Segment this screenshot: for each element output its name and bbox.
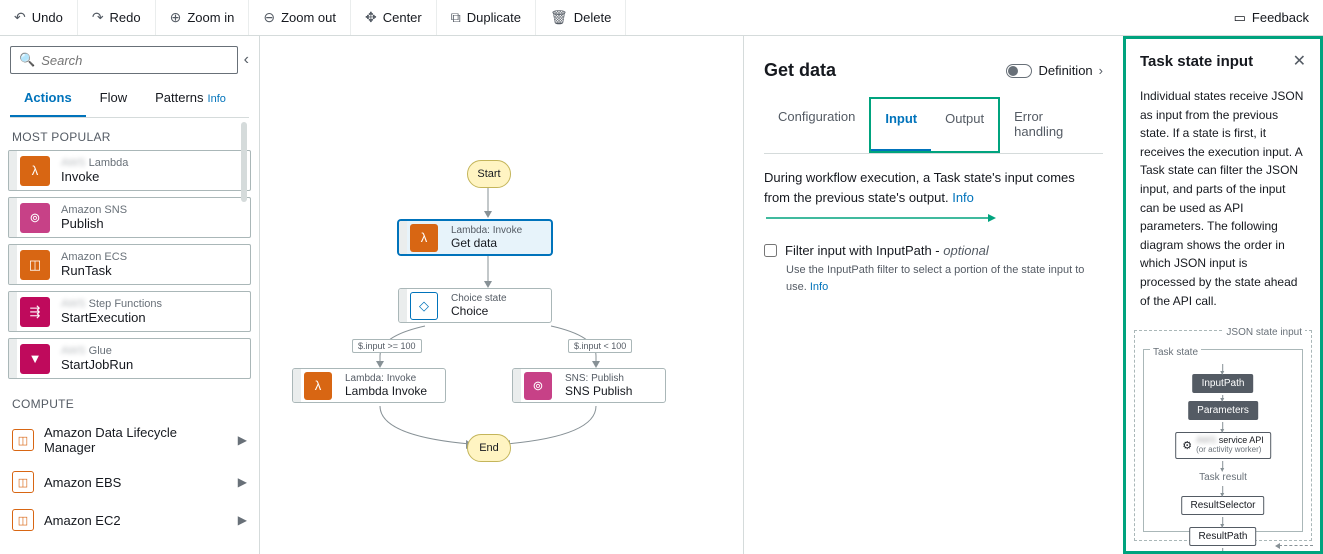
- lambda-icon: λ: [20, 156, 50, 186]
- center-button[interactable]: ✥Center: [351, 0, 437, 35]
- service-icon: ◫: [12, 471, 34, 493]
- stepfunctions-icon: ⇶: [20, 297, 50, 327]
- inspect-tabs: Configuration Input Output Error handlin…: [764, 97, 1103, 154]
- sns-icon: ⊚: [524, 372, 552, 400]
- sidebar-tabs: Actions Flow PatternsInfo: [10, 80, 249, 118]
- list-item-dlm[interactable]: ◫Amazon Data Lifecycle Manager▶: [8, 417, 251, 463]
- inputpath-label: Filter input with InputPath - optional: [785, 241, 989, 261]
- inspect-description: During workflow execution, a Task state'…: [764, 170, 1075, 205]
- sns-icon: ⊚: [20, 203, 50, 233]
- sidebar: 🔍 ‹ Actions Flow PatternsInfo MOST POPUL…: [0, 36, 260, 554]
- condition-left: $.input >= 100: [352, 339, 422, 353]
- tab-flow[interactable]: Flow: [86, 80, 141, 117]
- info-link[interactable]: Info: [952, 190, 974, 205]
- help-title: Task state input: [1140, 53, 1253, 70]
- diag-resultpath: ResultPath: [1190, 527, 1257, 546]
- trash-icon: 🗑: [550, 9, 568, 26]
- chevron-right-icon: ›: [1099, 63, 1103, 78]
- section-popular: MOST POPULAR: [8, 118, 251, 150]
- action-lambda-invoke[interactable]: λ AWSLambdaInvoke: [8, 150, 251, 191]
- condition-right: $.input < 100: [568, 339, 632, 353]
- redo-button[interactable]: ↷Redo: [78, 0, 156, 35]
- undo-icon: ↶: [14, 9, 26, 26]
- inspect-title: Get data: [764, 60, 836, 81]
- chevron-right-icon: ▶: [238, 513, 247, 527]
- zoom-out-icon: ⊖: [263, 9, 275, 26]
- help-diagram: JSON state input Task state InputPath Pa…: [1134, 330, 1312, 541]
- info-arrow-icon: [766, 214, 996, 222]
- inputpath-checkbox[interactable]: [764, 244, 777, 257]
- service-icon: ◫: [12, 429, 34, 451]
- node-sns-publish[interactable]: ⊚ SNS: PublishSNS Publish: [512, 368, 666, 403]
- choice-icon: ◇: [410, 292, 438, 320]
- redo-icon: ↷: [92, 9, 104, 26]
- duplicate-icon: ⧉: [451, 9, 461, 26]
- gear-icon: ⚙: [1182, 439, 1192, 452]
- ecs-icon: ◫: [20, 250, 50, 280]
- toolbar: ↶Undo ↷Redo ⊕Zoom in ⊖Zoom out ✥Center ⧉…: [0, 0, 1323, 36]
- chevron-right-icon: ▶: [238, 433, 247, 447]
- service-icon: ◫: [12, 509, 34, 531]
- tab-configuration[interactable]: Configuration: [764, 97, 869, 153]
- duplicate-button[interactable]: ⧉Duplicate: [437, 0, 536, 35]
- action-sns-publish[interactable]: ⊚ Amazon SNSPublish: [8, 197, 251, 238]
- glue-icon: ▼: [20, 344, 50, 374]
- tab-actions[interactable]: Actions: [10, 80, 86, 117]
- node-get-data[interactable]: λ Lambda: InvokeGet data: [398, 220, 552, 255]
- list-item-ebs[interactable]: ◫Amazon EBS▶: [8, 463, 251, 501]
- tab-output[interactable]: Output: [931, 99, 998, 151]
- node-start[interactable]: Start: [467, 160, 511, 188]
- zoom-out-button[interactable]: ⊖Zoom out: [249, 0, 351, 35]
- undo-button[interactable]: ↶Undo: [0, 0, 78, 35]
- close-icon[interactable]: ✕: [1293, 51, 1306, 71]
- node-choice[interactable]: ◇ Choice stateChoice: [398, 288, 552, 323]
- lambda-icon: λ: [304, 372, 332, 400]
- help-body-text: Individual states receive JSON as input …: [1126, 83, 1320, 320]
- zoom-in-icon: ⊕: [170, 9, 182, 26]
- action-ecs-runtask[interactable]: ◫ Amazon ECSRunTask: [8, 244, 251, 285]
- tab-error-handling[interactable]: Error handling: [1000, 97, 1103, 153]
- node-end[interactable]: End: [467, 434, 511, 462]
- diag-task-result: Task result: [1199, 472, 1247, 483]
- feedback-icon: ▭: [1234, 10, 1246, 26]
- action-sfn-start[interactable]: ⇶ AWSStep FunctionsStartExecution: [8, 291, 251, 332]
- diag-api: ⚙ AWS service API(or activity worker): [1175, 432, 1271, 459]
- section-compute: COMPUTE: [8, 385, 251, 417]
- node-lambda-invoke[interactable]: λ Lambda: InvokeLambda Invoke: [292, 368, 446, 403]
- diag-inputpath: InputPath: [1193, 374, 1254, 393]
- info-link[interactable]: Info: [810, 281, 828, 293]
- diag-resultselector: ResultSelector: [1181, 496, 1264, 515]
- feedback-button[interactable]: ▭Feedback: [1220, 0, 1323, 35]
- diag-parameters: Parameters: [1188, 401, 1258, 420]
- zoom-in-button[interactable]: ⊕Zoom in: [156, 0, 250, 35]
- delete-button[interactable]: 🗑Delete: [536, 0, 626, 35]
- inspect-panel: Get data Definition › Configuration Inpu…: [743, 36, 1123, 554]
- definition-toggle[interactable]: Definition ›: [1006, 63, 1103, 78]
- inputpath-help: Use the InputPath filter to select a por…: [786, 262, 1103, 295]
- chevron-right-icon: ▶: [238, 475, 247, 489]
- list-item-ec2[interactable]: ◫Amazon EC2▶: [8, 501, 251, 539]
- help-panel: Task state input ✕ Individual states rec…: [1123, 36, 1323, 554]
- center-icon: ✥: [365, 9, 377, 26]
- search-box[interactable]: 🔍: [10, 46, 238, 74]
- lambda-icon: λ: [410, 224, 438, 252]
- search-icon: 🔍: [19, 52, 35, 68]
- scrollbar[interactable]: [241, 122, 247, 202]
- canvas[interactable]: Start λ Lambda: InvokeGet data ◇ Choice …: [260, 36, 743, 554]
- tab-patterns[interactable]: PatternsInfo: [141, 80, 240, 117]
- search-input[interactable]: [41, 53, 228, 68]
- tab-input[interactable]: Input: [871, 99, 931, 151]
- action-glue-start[interactable]: ▼ AWSGlueStartJobRun: [8, 338, 251, 379]
- collapse-sidebar-icon[interactable]: ‹: [244, 51, 249, 69]
